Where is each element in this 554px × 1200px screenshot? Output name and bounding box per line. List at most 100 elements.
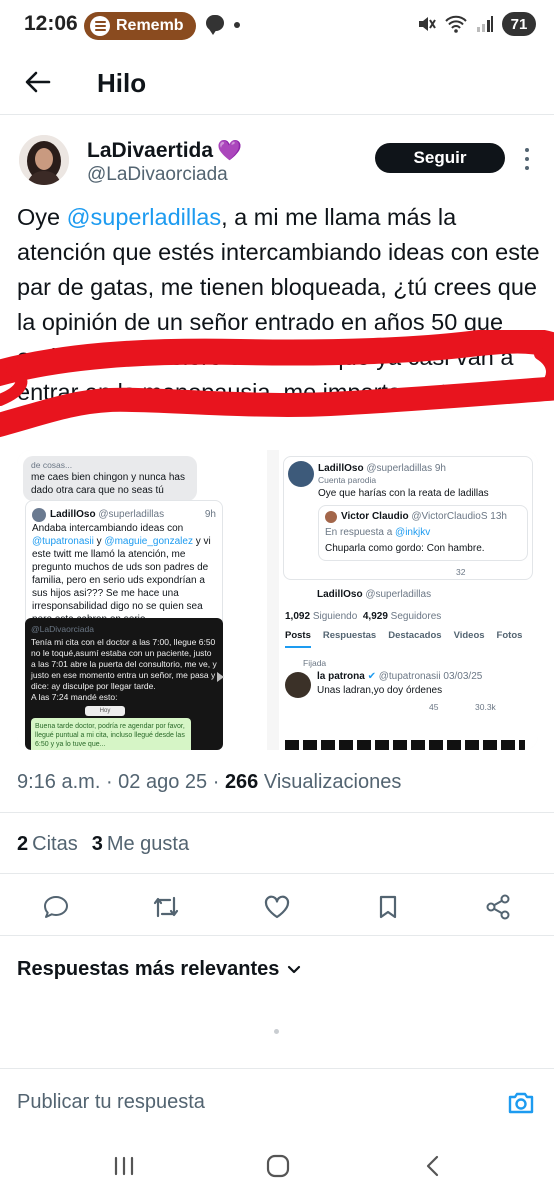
likes-count: 3 [91,833,103,855]
pinned-name: la patrona [317,671,365,682]
play-icon [217,672,224,682]
author-avatar[interactable] [19,135,69,185]
pinned-date: 03/03/25 [443,671,483,682]
thread-header: Hilo [0,52,554,114]
pinned-text: Unas ladran,yo doy órdenes [317,685,443,696]
likes-label: Me gusta [106,833,190,855]
signal-icon [477,16,493,32]
profile-follow-stats: 1,092 Siguiendo 4,929 Seguidores [285,611,442,622]
tweet-time: 9:16 a.m. [17,771,101,793]
reply-views: 32 [456,567,466,577]
notification-dot-icon [234,22,240,28]
author-name-text: LaDivaertida [87,138,214,162]
reply-input[interactable] [17,1091,467,1114]
reply-composer [0,1068,554,1132]
bookmark-icon [379,895,397,919]
reply-avatar [325,511,337,523]
follow-button[interactable]: Seguir [375,143,505,173]
embedded-parody-post: LadillOso @superladillas 9h Cuenta parod… [283,456,533,580]
like-button[interactable] [262,892,292,922]
status-icons: 71 [416,12,536,36]
spotify-icon [90,16,110,36]
tweet-mention-link[interactable]: @superladillas [67,204,221,230]
parody-post-text: Oye que harías con la reata de ladillas [318,488,489,499]
reply-handle: @VictorClaudioS [411,511,488,522]
header-divider [0,114,554,115]
views-count: 266 [224,771,259,793]
media-pill[interactable]: Rememb [84,12,196,40]
meta-divider [0,812,554,813]
tweet-actions [0,880,554,934]
chevron-left-icon [426,1155,439,1177]
pinned-handle: @tupatronasii [378,671,441,682]
parody-avatar [288,461,314,487]
profile-tab-highlights: Destacados [388,630,442,641]
author-display-name[interactable]: LaDivaertida 💜 [87,138,242,163]
tweet-text: Oye @superladillas, a mi me llama más la… [17,200,542,410]
status-time: 12:06 [24,12,78,35]
camera-icon [508,1092,534,1114]
share-icon [486,894,510,920]
parody-post-name: LadillOso [318,463,364,474]
stats-divider [0,873,554,874]
chat-message-green: Buena tarde doctor, podría re agendar po… [31,718,191,750]
reply-text: Chuparla como gordo: Con hambre. [325,543,485,554]
camera-button[interactable] [506,1089,536,1117]
chevron-down-icon [288,965,301,973]
replies-sort-label: Respuestas más relevantes [17,958,280,980]
parody-post-time: 9h [434,463,446,474]
reply-button[interactable] [41,892,71,922]
back-button[interactable] [22,66,54,98]
heart-icon [264,895,290,919]
parody-label: Cuenta parodia [318,475,377,485]
more-options-button[interactable] [522,148,532,170]
status-bar: 12:06 Rememb 71 [0,0,554,52]
tweet-media-grid[interactable]: de cosas... me caes bien chingon y nunca… [17,450,538,750]
replies-sort-dropdown[interactable]: Respuestas más relevantes [17,958,301,981]
tweet-stats: 2 Citas 3 Me gusta [17,833,189,856]
quotes-count: 2 [17,833,29,855]
reply-name: Victor Claudio [341,511,409,522]
actions-divider [0,935,554,936]
reply-to-label: En respuesta a [325,527,393,538]
profile-tab-posts: Posts [285,630,311,648]
recent-apps-button[interactable] [110,1154,138,1178]
tweet-meta: 9:16 a.m. · 02 ago 25 · 266 Visualizacio… [17,771,402,793]
embedded-post-text: Andaba intercambiando ideas con @tupatro… [32,523,211,625]
bubble-text: me caes bien chingon y nunca has dado ot… [31,472,185,496]
profile-handle: @superladillas [365,589,432,600]
system-back-button[interactable] [420,1154,448,1178]
quoted-text: Tenía mi cita con el doctor a las 7:00, … [31,637,217,702]
tweet-date: 02 ago 25 [118,771,208,793]
quotes-stat[interactable]: 2 Citas [17,833,78,856]
likes-stat[interactable]: 3 Me gusta [92,833,189,856]
media-pill-label: Rememb [116,17,184,34]
page-title: Hilo [97,68,147,98]
battery-indicator: 71 [502,12,536,36]
chat-bubble: de cosas... me caes bien chingon y nunca… [23,456,197,501]
mute-icon [419,17,436,31]
reply-to-handle: @inkjkv [395,527,431,538]
author-handle[interactable]: @LaDivaorciada [87,164,228,186]
profile-tab-videos: Videos [453,630,485,641]
embedded-post-name: LadillOso [50,509,96,520]
bookmark-button[interactable] [373,892,403,922]
pinned-views: 30.3k [475,702,496,712]
pinned-label: Fijada [303,658,327,668]
share-button[interactable] [483,892,513,922]
profile-tabs: Posts Respuestas Destacados Videos Fotos [285,630,535,648]
profile-name: LadillOso [317,589,363,600]
quoted-handle: @LaDivaorciada [31,624,94,634]
pinned-avatar [285,672,311,698]
purple-heart-icon: 💜 [217,140,242,162]
embedded-post-handle: @superladillas [98,509,165,520]
embedded-reply: Victor Claudio @VictorClaudioS 13h En re… [318,505,528,561]
tweet-text-start: Oye [17,204,67,230]
verified-badge-icon: ✔ [367,671,376,682]
home-button[interactable] [264,1154,292,1178]
cut-off-bold-text [285,740,525,750]
media-image-right[interactable]: LadillOso @superladillas 9h Cuenta parod… [279,450,538,750]
home-icon [266,1154,290,1178]
retweet-button[interactable] [151,892,181,922]
media-image-left[interactable]: de cosas... me caes bien chingon y nunca… [17,450,267,750]
